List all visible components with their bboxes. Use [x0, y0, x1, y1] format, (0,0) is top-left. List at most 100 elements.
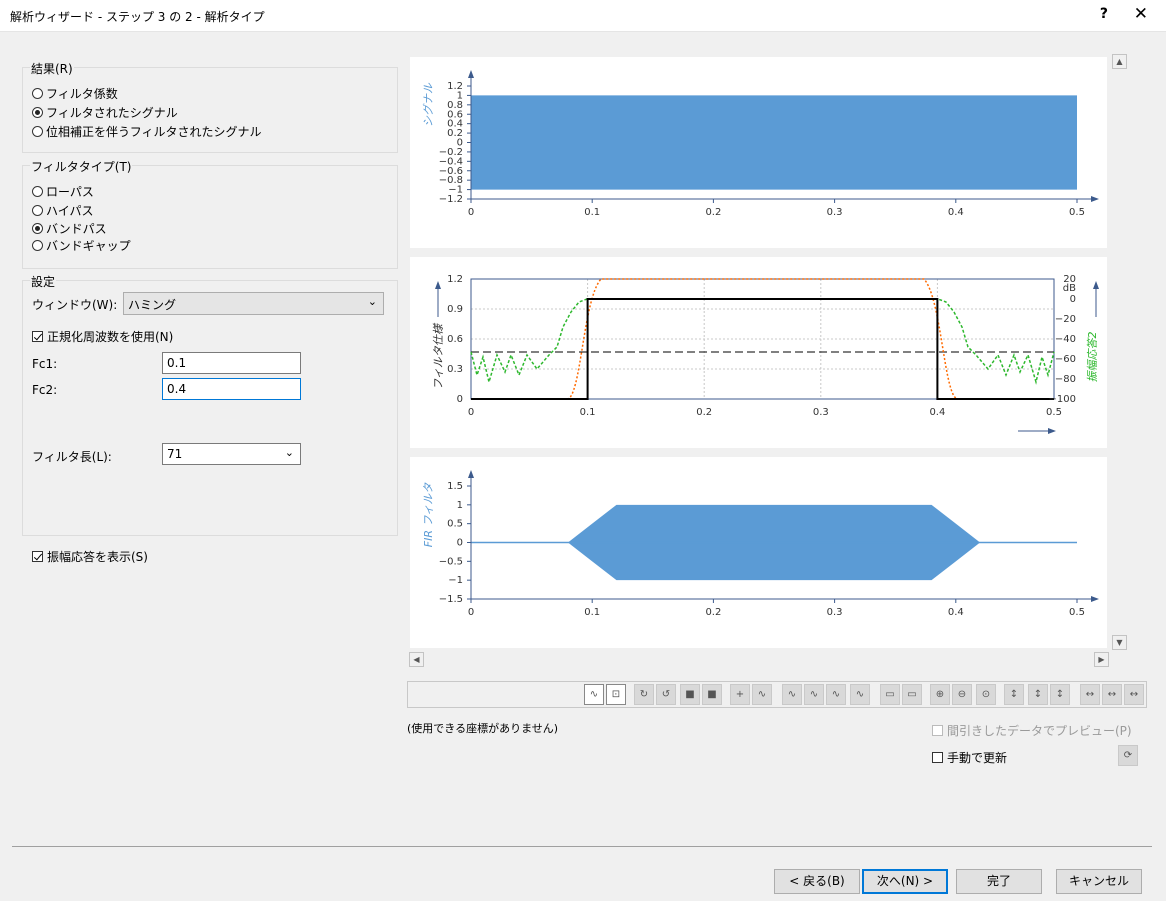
- chevron-down-icon: ⌄: [284, 446, 294, 459]
- refresh-icon[interactable]: ⟳: [1118, 745, 1138, 766]
- chevron-down-icon: ⌄: [367, 295, 377, 308]
- y-axis-arrow-icon: [468, 470, 474, 478]
- checkbox-box: [932, 752, 943, 763]
- fir-filter-plot: 0 0.1 0.2 0.3 0.4 0.5 1.5 1 0.5 0 −0.5 −1 −1.5 FIR フィ…: [422, 470, 1099, 618]
- filter-length-select[interactable]: 71 ⌄: [162, 443, 301, 465]
- y2-unit-label: dB: [1063, 283, 1076, 294]
- y-tick-label: 0.3: [447, 364, 463, 375]
- next-button[interactable]: 次へ(N) >: [862, 869, 948, 894]
- x-tick-label: 0.2: [705, 207, 721, 218]
- y-tick-label: 0.9: [447, 304, 463, 315]
- y2-tick-label: −100: [1049, 394, 1076, 405]
- radio-filtered-signal[interactable]: フィルタされたシグナル: [32, 104, 178, 121]
- zoom-out-icon[interactable]: ⊖: [952, 684, 972, 705]
- radio-label: フィルタ係数: [46, 87, 118, 101]
- y-tick-label: −1: [448, 575, 463, 586]
- close-button[interactable]: ✕: [1134, 4, 1148, 24]
- radio-label: フィルタされたシグナル: [46, 106, 178, 120]
- cancel-button[interactable]: キャンセル: [1056, 869, 1142, 894]
- x-tick-label: 0.1: [580, 407, 596, 418]
- y-axis-label: シグナル: [422, 82, 435, 127]
- help-button[interactable]: ?: [1100, 6, 1108, 22]
- window-select[interactable]: ハミング ⌄: [123, 292, 384, 315]
- radio-dot: [32, 126, 43, 137]
- add-point-icon[interactable]: +: [730, 684, 750, 705]
- x-axis-arrow-icon: [1091, 596, 1099, 602]
- blue-fill-icon[interactable]: ■: [680, 684, 700, 705]
- preview-decimated-checkbox[interactable]: 間引きしたデータでプレビュー(P): [932, 722, 1132, 739]
- wave-a-icon[interactable]: ∿: [782, 684, 802, 705]
- radio-bandpass[interactable]: バンドパス: [32, 220, 107, 237]
- annotation-remove-icon[interactable]: ▭: [902, 684, 922, 705]
- show-amplitude-checkbox[interactable]: 振幅応答を表示(S): [32, 548, 148, 565]
- wave-d-icon[interactable]: ∿: [850, 684, 870, 705]
- scroll-left-icon[interactable]: ◀: [409, 652, 424, 667]
- finish-button[interactable]: 完了: [956, 869, 1042, 894]
- wave-c-icon[interactable]: ∿: [826, 684, 846, 705]
- scale-c-icon[interactable]: ↕: [1050, 684, 1070, 705]
- wave-icon[interactable]: ∿: [752, 684, 772, 705]
- range-a-icon[interactable]: ↔: [1080, 684, 1100, 705]
- scroll-down-icon[interactable]: ▼: [1112, 635, 1127, 650]
- x-tick-label: 0.3: [813, 407, 829, 418]
- green-fill-icon[interactable]: ■: [702, 684, 722, 705]
- y-axis-arrow-icon: [435, 281, 441, 289]
- y-tick-label: 1.5: [447, 481, 463, 492]
- zoom-reset-icon[interactable]: ⊙: [976, 684, 996, 705]
- x-tick-label: 0.2: [705, 607, 721, 618]
- filter-length-value: 71: [167, 447, 183, 461]
- x-tick-label: 0.4: [929, 407, 945, 418]
- range-c-icon[interactable]: ↔: [1124, 684, 1144, 705]
- signal-envelope: [471, 95, 1077, 190]
- checkbox-label: 手動で更新: [947, 751, 1008, 765]
- y-tick-label: −0.5: [439, 556, 463, 567]
- x-tick-label: 0.3: [827, 607, 843, 618]
- y-tick-label: 0: [457, 538, 463, 549]
- normalized-frequency-checkbox[interactable]: 正規化周波数を使用(N): [32, 328, 173, 345]
- window-title: 解析ウィザード - ステップ 3 の 2 - 解析タイプ: [10, 10, 265, 24]
- radio-dot: [32, 88, 43, 99]
- fc2-input[interactable]: 0.4: [162, 378, 301, 400]
- radio-highpass[interactable]: ハイパス: [32, 202, 94, 219]
- fc1-input[interactable]: 0.1: [162, 352, 301, 374]
- horizontal-scrollbar[interactable]: ◀ ▶: [409, 652, 1109, 667]
- fit-view-icon[interactable]: ⊡: [606, 684, 626, 705]
- signal-plot: 0 0.1 0.2 0.3 0.4 0.51.210.80.60.40.20−0.2−0.…: [422, 70, 1099, 218]
- fc2-label: Fc2:: [32, 383, 58, 397]
- radio-filter-coefficients[interactable]: フィルタ係数: [32, 85, 118, 102]
- x-tick-label: 0: [468, 207, 474, 218]
- checkbox-box: [932, 725, 943, 736]
- curve-icon[interactable]: ∿: [584, 684, 604, 705]
- y-tick-label: 1.2: [447, 274, 463, 285]
- y2-tick-label: −60: [1055, 354, 1076, 365]
- checkbox-label: 正規化周波数を使用(N): [47, 330, 174, 344]
- wave-b-icon[interactable]: ∿: [804, 684, 824, 705]
- signal-plot-panel: 0 0.1 0.2 0.3 0.4 0.5 1.2 1 0.8 0.6 0.4 0.2 0 −0.2 −0.…: [410, 57, 1107, 248]
- transition-curve: [471, 278, 1054, 400]
- y-tick-label: 1: [457, 500, 463, 511]
- zoom-in-icon[interactable]: ⊕: [930, 684, 950, 705]
- scroll-right-icon[interactable]: ▶: [1094, 652, 1109, 667]
- radio-label: 位相補正を伴うフィルタされたシグナル: [46, 125, 262, 139]
- y-axis-arrow-icon: [468, 70, 474, 78]
- radio-phase-corrected-signal[interactable]: 位相補正を伴うフィルタされたシグナル: [32, 123, 262, 140]
- radio-label: ハイパス: [46, 204, 94, 218]
- checkbox-box: [32, 551, 43, 562]
- x-tick-label: 0.5: [1069, 207, 1085, 218]
- y-axis-label: FIR フィルタ: [422, 482, 435, 547]
- vertical-scrollbar[interactable]: ▲ ▼: [1112, 54, 1127, 650]
- manual-update-checkbox[interactable]: 手動で更新: [932, 749, 1007, 766]
- radio-lowpass[interactable]: ローパス: [32, 183, 94, 200]
- back-button[interactable]: < 戻る(B): [774, 869, 860, 894]
- range-b-icon[interactable]: ↔: [1102, 684, 1122, 705]
- window-label: ウィンドウ(W):: [32, 298, 118, 312]
- scroll-up-icon[interactable]: ▲: [1112, 54, 1127, 69]
- scale-a-icon[interactable]: ↕: [1004, 684, 1024, 705]
- rotate-cw-icon[interactable]: ↻: [634, 684, 654, 705]
- rotate-ccw-icon[interactable]: ↺: [656, 684, 676, 705]
- radio-bandstop[interactable]: バンドギャップ: [32, 237, 131, 254]
- checkbox-box: [32, 331, 43, 342]
- annotation-icon[interactable]: ▭: [880, 684, 900, 705]
- scale-b-icon[interactable]: ↕: [1028, 684, 1048, 705]
- radio-dot: [32, 240, 43, 251]
